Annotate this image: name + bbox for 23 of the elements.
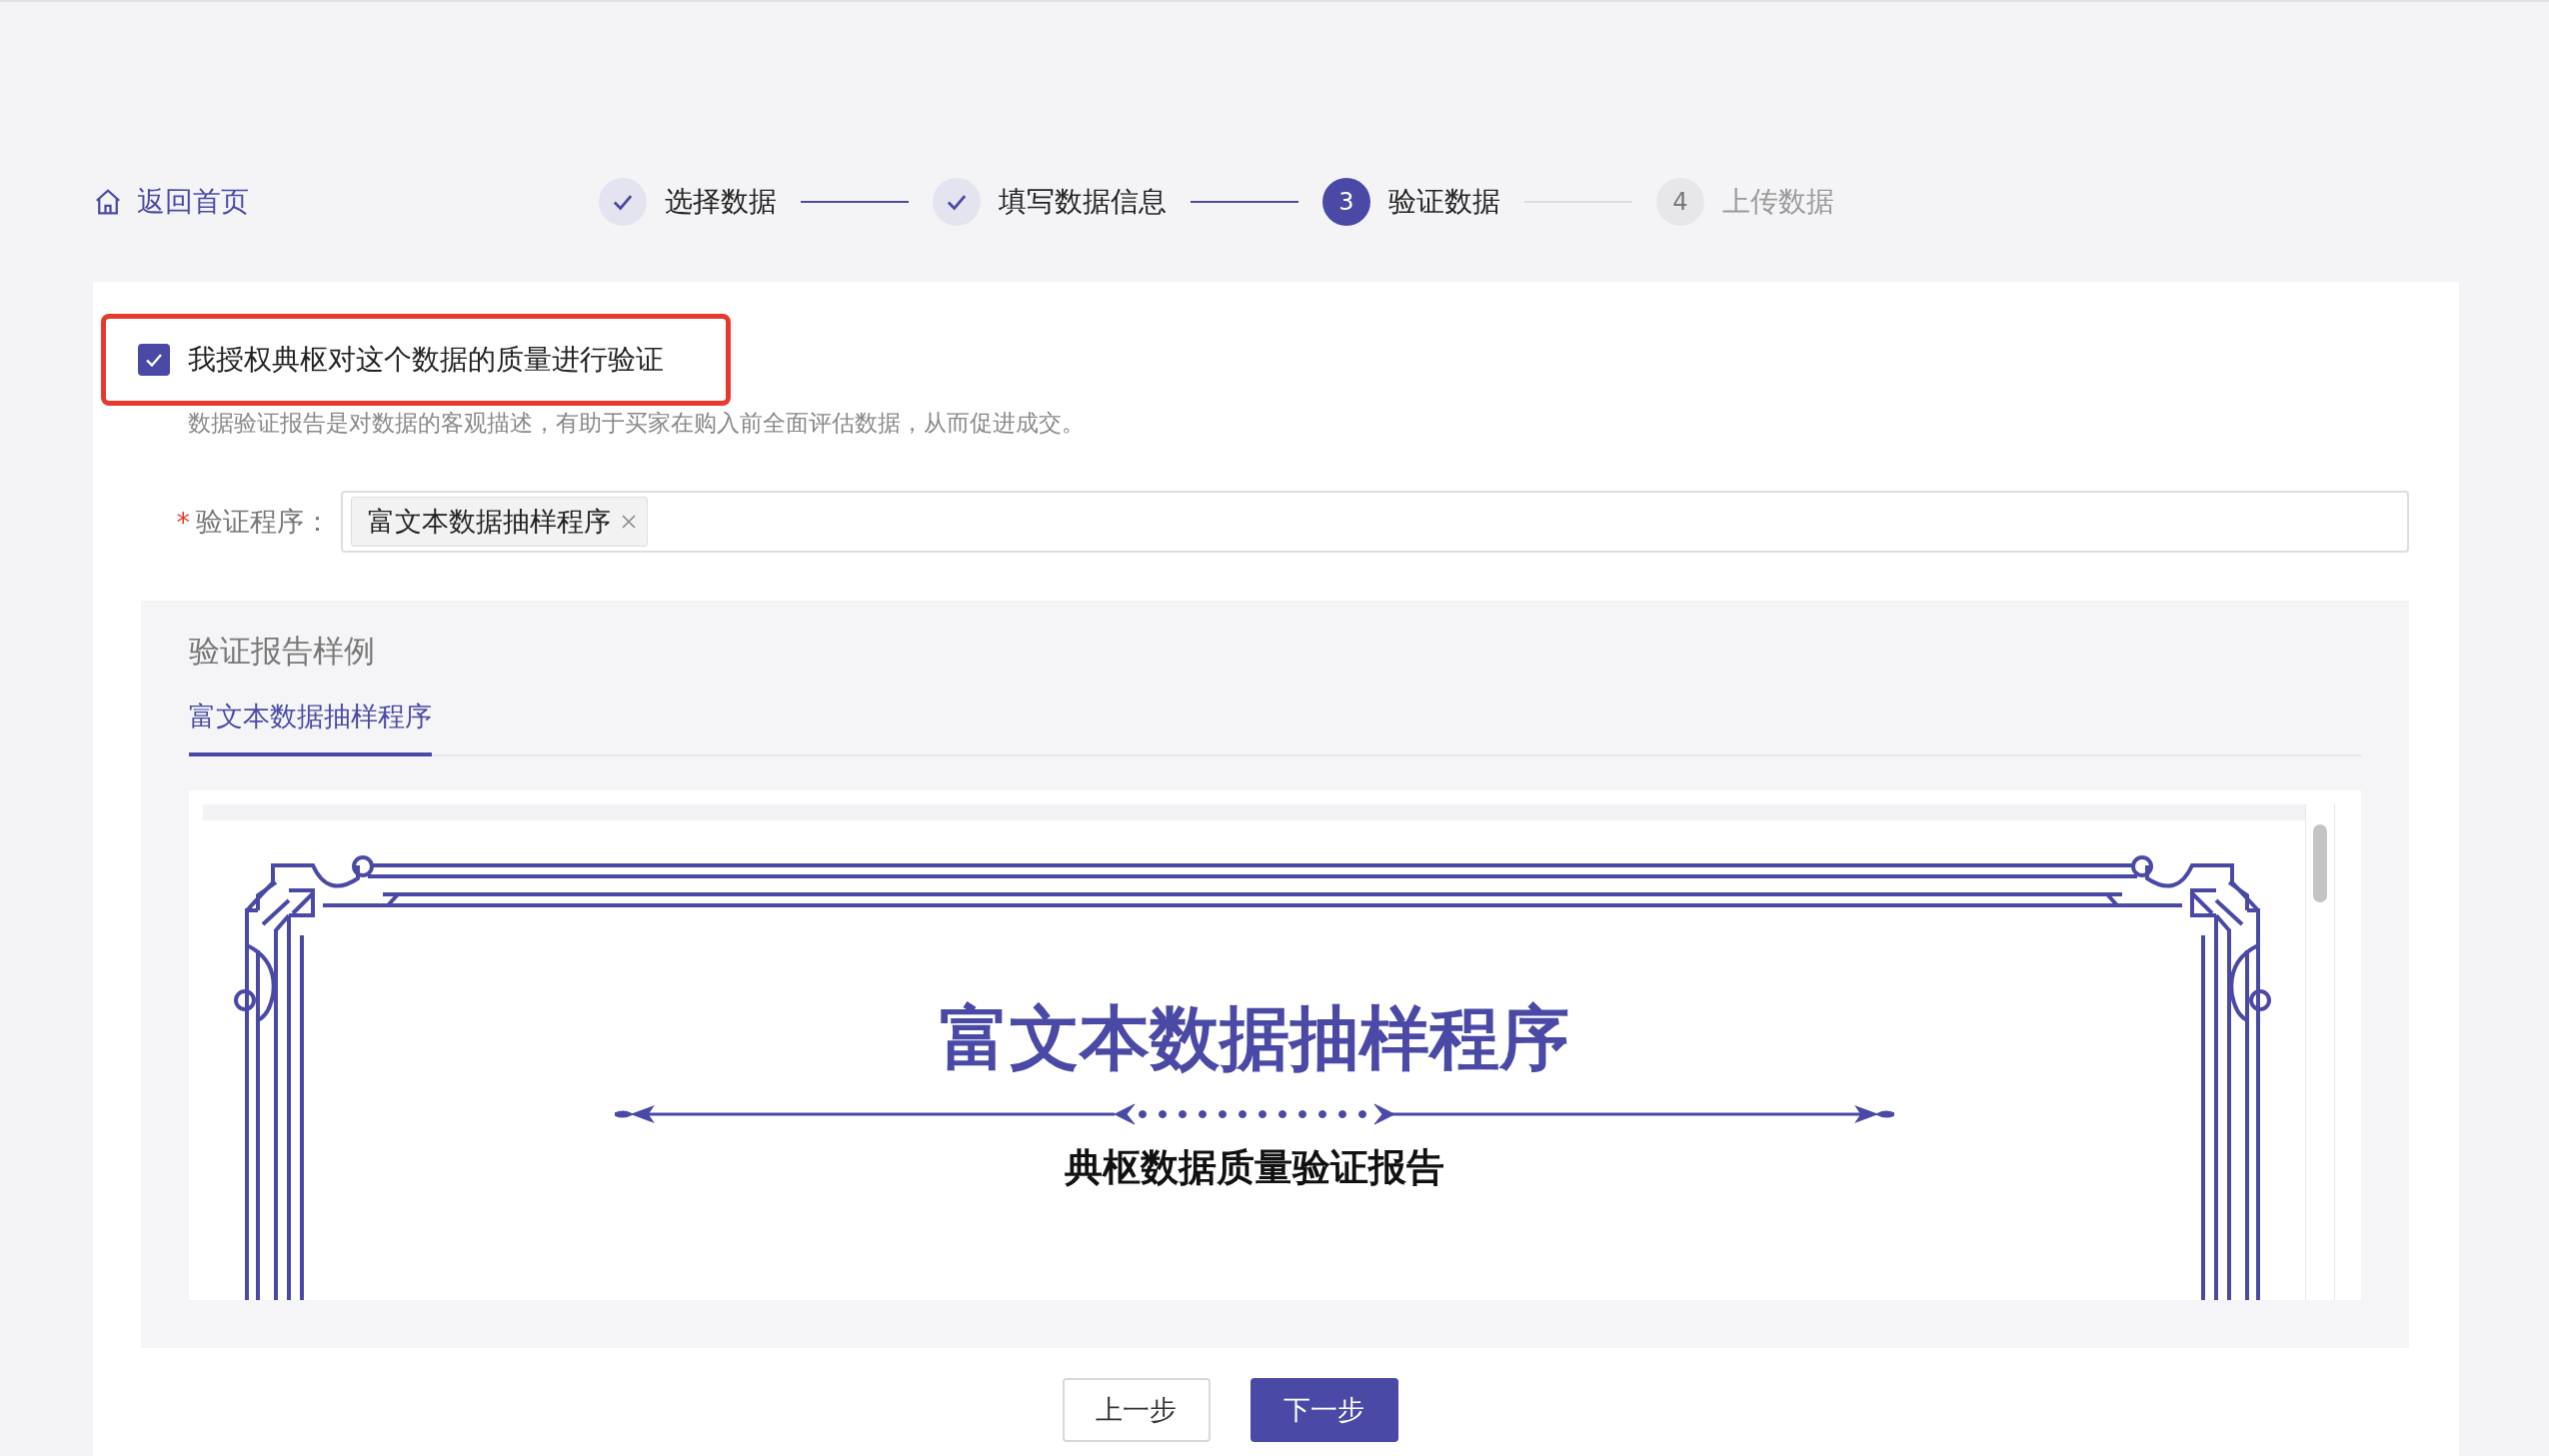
tag-label: 富文本数据抽样程序: [368, 505, 611, 539]
scrollbar[interactable]: [2305, 804, 2335, 1300]
checkbox-label: 我授权典枢对这个数据的质量进行验证: [188, 342, 664, 378]
program-select-field[interactable]: 富文本数据抽样程序: [341, 491, 2409, 553]
report-title: 富文本数据抽样程序: [939, 996, 1569, 1081]
close-icon[interactable]: [621, 514, 637, 530]
step-number: 4: [1656, 178, 1704, 226]
required-mark: *: [176, 506, 190, 538]
checkbox[interactable]: [138, 344, 170, 376]
step-label: 填写数据信息: [999, 184, 1167, 220]
back-home-link[interactable]: 返回首页: [93, 183, 249, 221]
step-label: 验证数据: [1388, 184, 1500, 220]
field-label: 验证程序：: [196, 505, 331, 539]
panel-title: 验证报告样例: [189, 632, 376, 671]
hint-text: 数据验证报告是对数据的客观描述，有助于买家在购入前全面评估数据，从而促进成交。: [188, 409, 1086, 438]
next-button[interactable]: 下一步: [1250, 1378, 1398, 1442]
home-icon: [93, 187, 123, 217]
report-subtitle: 典枢数据质量验证报告: [1064, 1144, 1444, 1191]
step-label: 选择数据: [665, 184, 777, 220]
previous-button[interactable]: 上一步: [1062, 1378, 1211, 1442]
step-number: 3: [1322, 178, 1370, 226]
step-label: 上传数据: [1722, 184, 1834, 220]
tab[interactable]: 富文本数据抽样程序: [189, 699, 432, 756]
